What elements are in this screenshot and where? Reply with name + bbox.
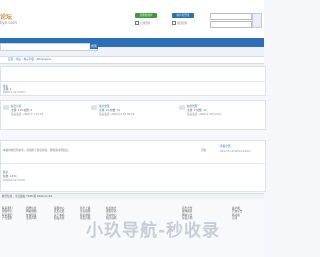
divider — [1, 163, 265, 164]
register-button[interactable]: 注册新用户 — [135, 13, 157, 18]
watermark: 小玖导航-秒收录 — [86, 221, 221, 241]
reply-prefix: 回复 — [201, 149, 207, 152]
login-submit[interactable] — [252, 13, 262, 28]
forum-name[interactable]: 综合讨论 — [11, 105, 21, 108]
footer-col: 联系我们 帮助中心 联系我们 广告服务 — [2, 207, 12, 221]
update-time: 2017-5-19 09:53 admin — [220, 150, 251, 153]
footer-link[interactable]: 隐私条款 — [54, 217, 64, 220]
login-button[interactable]: 用户名登录 — [172, 13, 194, 18]
forum-icon — [3, 105, 9, 110]
forum-icon — [91, 105, 97, 110]
footer-col: 客服中心 意见反馈 关于本站 隐私条款 — [54, 207, 64, 221]
login-label: 用户名登录 — [176, 14, 190, 17]
forum-icon — [179, 105, 185, 110]
post-stats: 帖数: 1234 — [3, 175, 17, 178]
search-button[interactable]: 搜索 — [90, 43, 98, 49]
thread-date: 2009-5-12 23:09 — [3, 91, 25, 94]
site-domain: liye.com — [0, 20, 17, 25]
forum-list: 综合讨论 主题: 115 帖数: 5 最后发表: 2009-7-7 15:33 … — [0, 100, 266, 130]
remember-label: 记住密码 — [140, 22, 151, 25]
forgot-label: 找回密码 — [177, 22, 188, 25]
forum-name[interactable]: 站务管理 — [187, 105, 197, 108]
post-panel: 本站内容仅供参考，请勿用于商业用途，转载请注明出处。 回复 查看全部 2017-… — [0, 140, 266, 192]
register-label: 注册新用户 — [139, 14, 153, 17]
breadcrumb: 首页 › 论坛 › 帖子列表 › Workspace — [0, 56, 264, 64]
breadcrumb-text[interactable]: 首页 › 论坛 › 帖子列表 › Workspace — [8, 58, 51, 61]
forum-last-post[interactable]: 最后发表: 2009-12-18 09:29 — [99, 113, 134, 116]
forum-stats: 主题: 115 帖数: 5 — [11, 109, 33, 112]
footer-col: 客户端 开放平台 移动版 订阅 — [232, 207, 242, 221]
reply-link[interactable]: 查看全部 — [220, 145, 230, 148]
footer-link[interactable]: 法律声明 — [26, 217, 36, 220]
footer-col: 招聘信息 网站地图 友情链接 法律声明 — [26, 207, 36, 221]
remember-me[interactable]: 记住密码 — [135, 21, 150, 25]
thread-header-panel: 版主 主题: 1 2009-5-12 23:09 — [0, 66, 266, 96]
forum-stats: 主题: 15 帖数: 31 — [99, 109, 121, 112]
username-input[interactable] — [210, 13, 252, 20]
remember-checkbox[interactable] — [135, 21, 139, 25]
post-author[interactable]: 版主 — [3, 171, 8, 174]
forum-stats: 主题: 2 帖数: 11 — [187, 109, 207, 112]
password-input[interactable] — [210, 21, 252, 28]
footer-link[interactable]: 广告服务 — [2, 217, 12, 220]
forgot-checkbox[interactable] — [172, 21, 176, 25]
forum-last-post[interactable]: 最后发表: 2009-7-7 15:33 — [11, 113, 43, 116]
post-date: 2009-5-12 23:09 — [3, 179, 25, 182]
footer-stats: 统计信息 · 今日发帖 7648 篇 2009-11-09 — [2, 195, 52, 198]
divider — [1, 81, 265, 82]
footer-link[interactable]: 订阅 — [232, 217, 242, 220]
search-button-label: 搜索 — [90, 44, 97, 48]
forgot-password[interactable]: 找回密码 — [172, 21, 187, 25]
search-input[interactable] — [0, 43, 98, 51]
notice-text: 本站内容仅供参考，请勿用于商业用途，转载请注明出处。 — [3, 149, 71, 152]
forum-name[interactable]: 技术交流 — [99, 105, 109, 108]
forum-last-post[interactable]: 最后发表: 2009-2-18 14:52 — [187, 113, 221, 116]
site-header: 论坛 liye.com 注册新用户 用户名登录 记住密码 找回密码 — [0, 0, 264, 38]
